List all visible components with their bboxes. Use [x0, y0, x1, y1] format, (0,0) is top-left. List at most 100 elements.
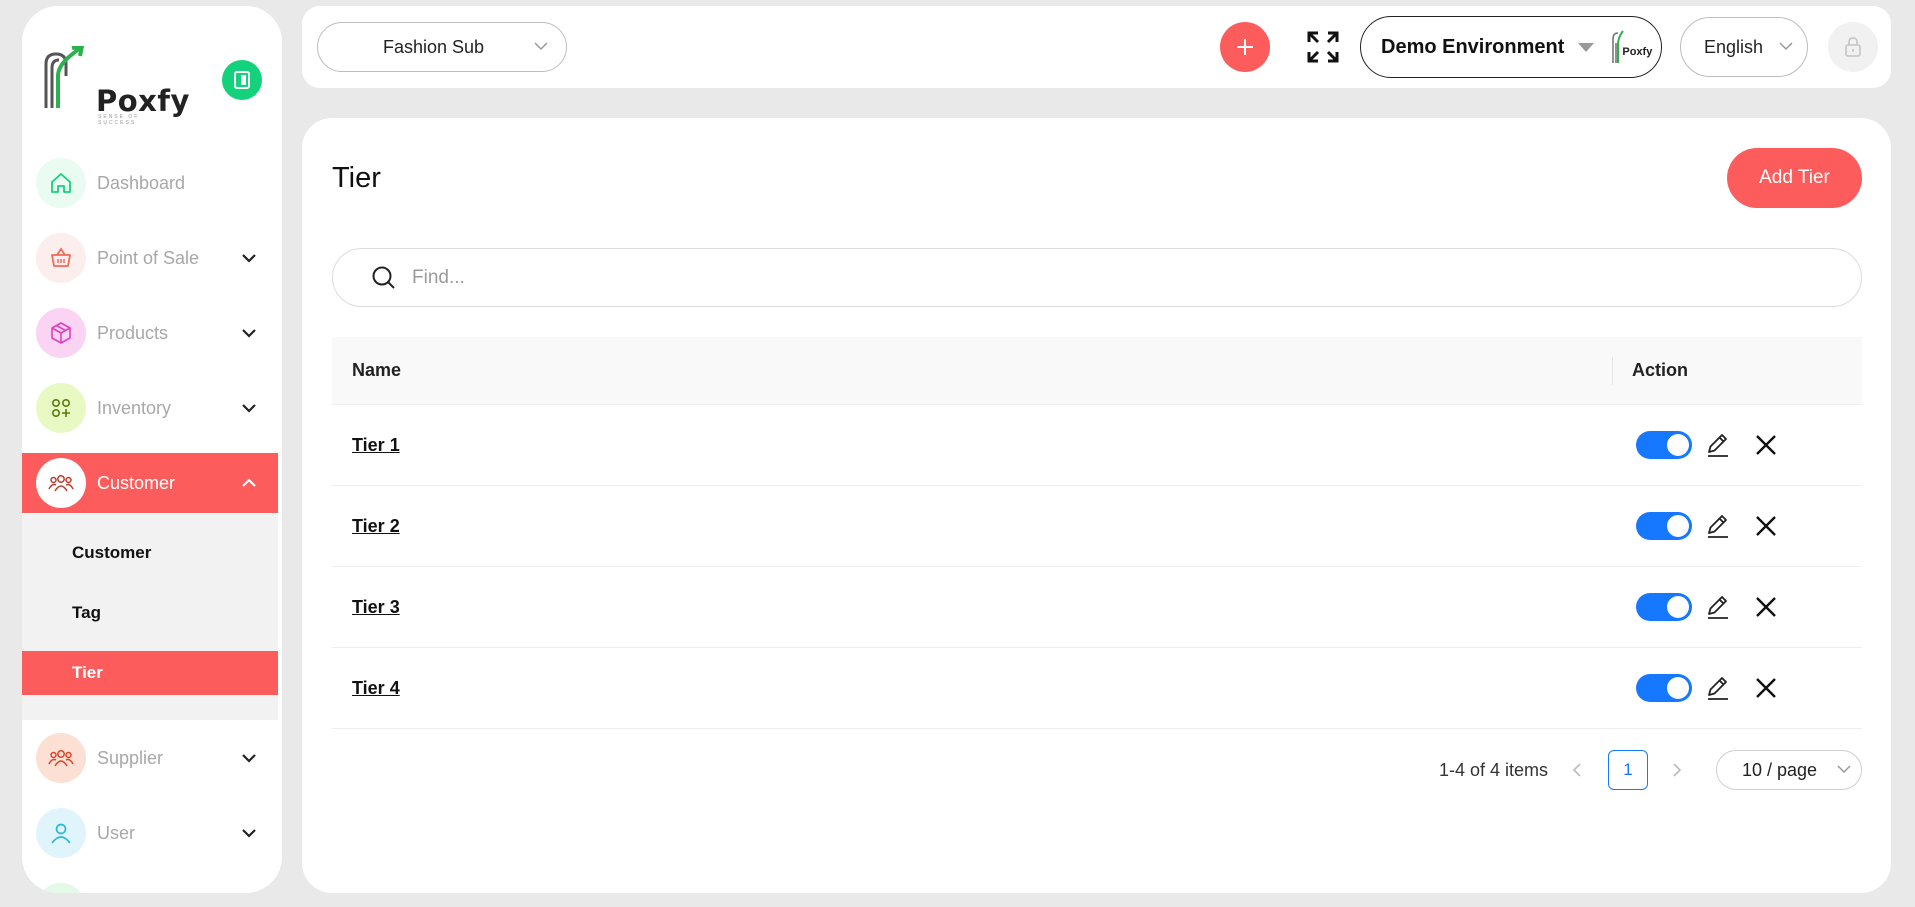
- sidebar-item-label: Customer: [97, 472, 176, 493]
- language-select[interactable]: English: [1680, 17, 1808, 77]
- edit-icon[interactable]: [1704, 512, 1732, 540]
- chevron-right-icon[interactable]: [1664, 758, 1688, 782]
- sidebar: Poxfy SENSE OF SUCCESS Dashboard Point o…: [22, 6, 282, 893]
- environment-logo: Poxfy: [1610, 29, 1652, 65]
- logo-mark: [44, 46, 85, 108]
- delete-icon[interactable]: [1752, 593, 1780, 621]
- sidebar-item-inventory[interactable]: Inventory: [22, 378, 278, 438]
- basket-icon: [51, 247, 71, 267]
- column-header-name: Name: [352, 360, 402, 380]
- delete-icon[interactable]: [1752, 512, 1780, 540]
- caret-down-icon: [1578, 42, 1595, 52]
- customer-submenu: Customer Tag Tier: [22, 514, 278, 720]
- nav-icon-wrap: [36, 733, 86, 783]
- sidebar-item-user[interactable]: User: [22, 803, 278, 863]
- sidebar-item-products[interactable]: Products: [22, 303, 278, 363]
- search-bar: [332, 248, 1862, 307]
- pagination-range: 1-4 of 4 items: [1439, 760, 1549, 780]
- sidebar-item-customer[interactable]: Customer: [22, 453, 278, 513]
- language-select-value: English: [1704, 36, 1764, 57]
- home-icon: [51, 173, 71, 193]
- add-tier-button[interactable]: Add Tier: [1727, 148, 1862, 208]
- column-header-action: Action: [1632, 360, 1688, 380]
- submenu-item-customer[interactable]: Customer: [22, 531, 278, 575]
- chevron-down-icon: [534, 38, 548, 56]
- nav-icon-partial: [36, 883, 86, 893]
- table-header: Name Action: [332, 337, 1862, 405]
- page-button-current[interactable]: 1: [1608, 750, 1648, 790]
- sidebar-item-label: Inventory: [97, 397, 172, 418]
- tier-name-link[interactable]: Tier 2: [352, 516, 400, 537]
- sidebar-item-supplier[interactable]: Supplier: [22, 728, 278, 788]
- status-toggle[interactable]: [1636, 593, 1692, 621]
- status-toggle[interactable]: [1636, 431, 1692, 459]
- table-row: Tier 4: [332, 648, 1862, 729]
- sidebar-item-label: Supplier: [97, 747, 164, 768]
- column-divider: [1612, 357, 1613, 385]
- top-bar: Fashion Sub Demo Environment Poxfy Engli…: [302, 6, 1891, 88]
- delete-icon[interactable]: [1752, 431, 1780, 459]
- edit-icon[interactable]: [1704, 431, 1732, 459]
- status-toggle[interactable]: [1636, 512, 1692, 540]
- submenu-item-tag[interactable]: Tag: [22, 591, 278, 635]
- users-icon: [48, 750, 74, 767]
- chevron-up-icon: [238, 472, 260, 494]
- nav-icon-wrap: [36, 808, 86, 858]
- chevron-down-icon: [238, 747, 260, 769]
- delete-icon[interactable]: [1752, 674, 1780, 702]
- page-size-select[interactable]: 10 / page: [1716, 750, 1862, 790]
- chevron-down-icon: [238, 322, 260, 344]
- sidebar-item-point-of-sale[interactable]: Point of Sale: [22, 228, 278, 288]
- chevron-left-icon[interactable]: [1566, 758, 1590, 782]
- tier-name-link[interactable]: Tier 3: [352, 597, 400, 618]
- logout-icon: [234, 71, 250, 89]
- page-size-value: 10 / page: [1742, 759, 1818, 780]
- logo: Poxfy SENSE OF SUCCESS: [40, 46, 189, 126]
- sidebar-item-dashboard[interactable]: Dashboard: [22, 153, 278, 213]
- page-title: Tier: [332, 162, 381, 194]
- sidebar-item-label: Products: [97, 322, 169, 343]
- users-icon: [48, 475, 74, 492]
- main-panel: Tier Add Tier Name Action Tier 1 Tier: [302, 118, 1891, 893]
- environment-select-value: Demo Environment: [1381, 35, 1565, 58]
- search-input[interactable]: [412, 266, 1861, 289]
- lock-icon: [1845, 37, 1861, 57]
- logo-text: Poxfy: [96, 84, 190, 118]
- quick-add-button[interactable]: [1220, 22, 1270, 72]
- pagination: 1-4 of 4 items 1 10 / page: [302, 750, 1862, 790]
- chevron-down-icon: [238, 397, 260, 419]
- chevron-down-icon: [238, 822, 260, 844]
- chevron-down-icon: [1837, 761, 1851, 779]
- tier-name-link[interactable]: Tier 1: [352, 435, 400, 456]
- status-toggle[interactable]: [1636, 674, 1692, 702]
- submenu-item-tier[interactable]: Tier: [22, 651, 278, 695]
- tier-table: Name Action Tier 1 Tier 2 Tier 3 Tier 4: [332, 337, 1862, 729]
- grid-plus-icon: [51, 398, 71, 418]
- environment-logo-text: Poxfy: [1622, 46, 1653, 58]
- box-icon: [51, 322, 71, 344]
- expand-icon: [1307, 31, 1339, 63]
- fullscreen-button[interactable]: [1304, 28, 1342, 66]
- store-select[interactable]: Fashion Sub: [317, 22, 567, 72]
- environment-select[interactable]: Demo Environment Poxfy: [1360, 16, 1662, 78]
- tier-name-link[interactable]: Tier 4: [352, 678, 400, 699]
- edit-icon[interactable]: [1704, 674, 1732, 702]
- nav-icon-wrap: [36, 308, 86, 358]
- table-row: Tier 2: [332, 486, 1862, 567]
- nav-icon-wrap: [36, 158, 86, 208]
- lock-button[interactable]: [1828, 22, 1878, 72]
- sidebar-item-label: Point of Sale: [97, 247, 200, 268]
- edit-icon[interactable]: [1704, 593, 1732, 621]
- plus-icon: [1237, 39, 1253, 55]
- nav-icon-wrap: [36, 458, 86, 508]
- store-select-value: Fashion Sub: [383, 36, 485, 57]
- sidebar-item-label: User: [97, 822, 136, 843]
- table-row: Tier 1: [332, 405, 1862, 486]
- exit-button[interactable]: [222, 60, 262, 100]
- chevron-down-icon: [1779, 38, 1793, 56]
- nav-icon-wrap: [36, 383, 86, 433]
- table-row: Tier 3: [332, 567, 1862, 648]
- search-icon: [372, 266, 395, 289]
- chevron-down-icon: [238, 247, 260, 269]
- sidebar-item-label: Dashboard: [97, 172, 186, 193]
